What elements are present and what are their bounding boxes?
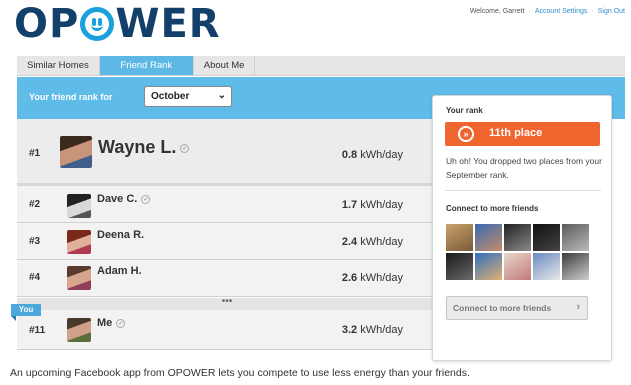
usage-value: 0.8 kWh/day [342,149,403,161]
friend-thumbnail[interactable] [475,224,502,251]
avatar[interactable] [67,230,91,254]
friend-name[interactable]: Deena R. [97,229,144,241]
verified-icon: ✓ [141,194,151,204]
friend-name-text: Wayne L. [98,137,177,157]
rank-row: #1 Wayne L. ✓ 0.8 kWh/day [17,119,437,186]
your-rank-panel: Your rank » 11th place Uh oh! You droppe… [432,95,612,361]
tab-bar: Similar Homes Friend Rank About Me [17,56,625,76]
friend-name[interactable]: Dave C. ✓ [97,193,151,205]
avatar[interactable] [67,266,91,290]
friend-suggestions-grid [446,224,590,280]
logo-face-icon [80,7,115,41]
friend-name[interactable]: Me ✓ [97,317,126,329]
verified-icon: ✓ [116,318,126,328]
my-rank-list: #11 Me ✓ 3.2 kWh/day [17,310,437,350]
friend-thumbnail[interactable] [475,253,502,280]
rank-number: #4 [29,272,41,283]
avatar[interactable] [67,194,91,218]
logo-text-start: OP [14,1,80,47]
rank-row: #3 Deena R. 2.4 kWh/day [17,223,437,260]
you-badge: You [11,304,41,321]
usage-value: 2.6 kWh/day [342,272,403,284]
rank-number: #3 [29,236,41,247]
avatar[interactable] [60,136,92,168]
usage-number: 3.2 [341,324,358,336]
rank-number: #11 [29,325,46,336]
friend-thumbnail[interactable] [504,253,531,280]
friend-rank-label: Your friend rank for [29,92,113,102]
usage-number: 1.7 [341,199,358,211]
month-select-value: October [151,91,190,102]
friend-name[interactable]: Wayne L. ✓ [98,137,190,158]
rank-row: #2 Dave C. ✓ 1.7 kWh/day [17,186,437,223]
rank-place-badge: » 11th place [445,122,600,146]
friend-thumbnail[interactable] [562,253,589,280]
friend-name-text: Dave C. [97,193,138,205]
verified-icon: ✓ [180,143,190,153]
rank-place-text: 11th place [489,127,543,139]
connect-friends-label: Connect to more friends [453,303,552,313]
my-rank-row: #11 Me ✓ 3.2 kWh/day [17,310,437,350]
friend-thumbnail[interactable] [533,224,560,251]
more-rows-ellipsis[interactable]: ••• [17,297,437,310]
friend-thumbnail[interactable] [533,253,560,280]
rank-change-message: Uh oh! You dropped two places from your … [446,156,602,180]
usage-unit: kWh/day [360,199,403,211]
separator: · [591,8,594,15]
friend-name[interactable]: Adam H. [97,265,142,277]
usage-value: 3.2 kWh/day [342,324,403,336]
friend-thumbnail[interactable] [446,253,473,280]
welcome-text: Welcome, Garrett [469,8,525,15]
usage-number: 0.8 [341,149,358,161]
rank-number: #1 [29,148,41,159]
opower-logo: OP WER [14,1,221,47]
usage-value: 2.4 kWh/day [342,236,403,248]
rank-list: #1 Wayne L. ✓ 0.8 kWh/day #2 Dave C. ✓ 1.7… [17,119,437,297]
friend-thumbnail[interactable] [446,224,473,251]
your-rank-heading: Your rank [446,106,483,115]
tab-similar-homes[interactable]: Similar Homes [17,56,100,75]
avatar[interactable] [67,318,91,342]
friend-thumbnail[interactable] [504,224,531,251]
rank-row: #4 Adam H. 2.6 kWh/day [17,260,437,297]
usage-unit: kWh/day [360,236,403,248]
usage-unit: kWh/day [360,149,403,161]
image-caption: An upcoming Facebook app from OPOWER let… [10,367,470,379]
rank-number: #2 [29,199,41,210]
logo-text-end: WER [115,1,221,47]
month-select[interactable]: October ⌄ [144,86,232,107]
usage-number: 2.6 [341,272,358,284]
chevron-right-icon: › [576,301,580,313]
friend-thumbnail[interactable] [562,224,589,251]
usage-value: 1.7 kWh/day [342,199,403,211]
sign-out-link[interactable]: Sign Out [598,8,625,15]
connect-friends-button[interactable]: Connect to more friends › [446,296,588,320]
tab-friend-rank[interactable]: Friend Rank [99,56,194,75]
top-links: Welcome, Garrett · Account Settings · Si… [470,8,625,15]
usage-number: 2.4 [341,236,358,248]
chevron-down-icon: ⌄ [217,90,226,101]
connect-heading: Connect to more friends [446,204,539,213]
separator: · [528,8,531,15]
divider [445,190,601,191]
usage-unit: kWh/day [360,324,403,336]
tab-about-me[interactable]: About Me [194,56,256,75]
account-settings-link[interactable]: Account Settings [535,8,588,15]
friend-name-text: Me [97,317,113,329]
usage-unit: kWh/day [360,272,403,284]
double-down-arrow-icon: » [458,126,474,142]
